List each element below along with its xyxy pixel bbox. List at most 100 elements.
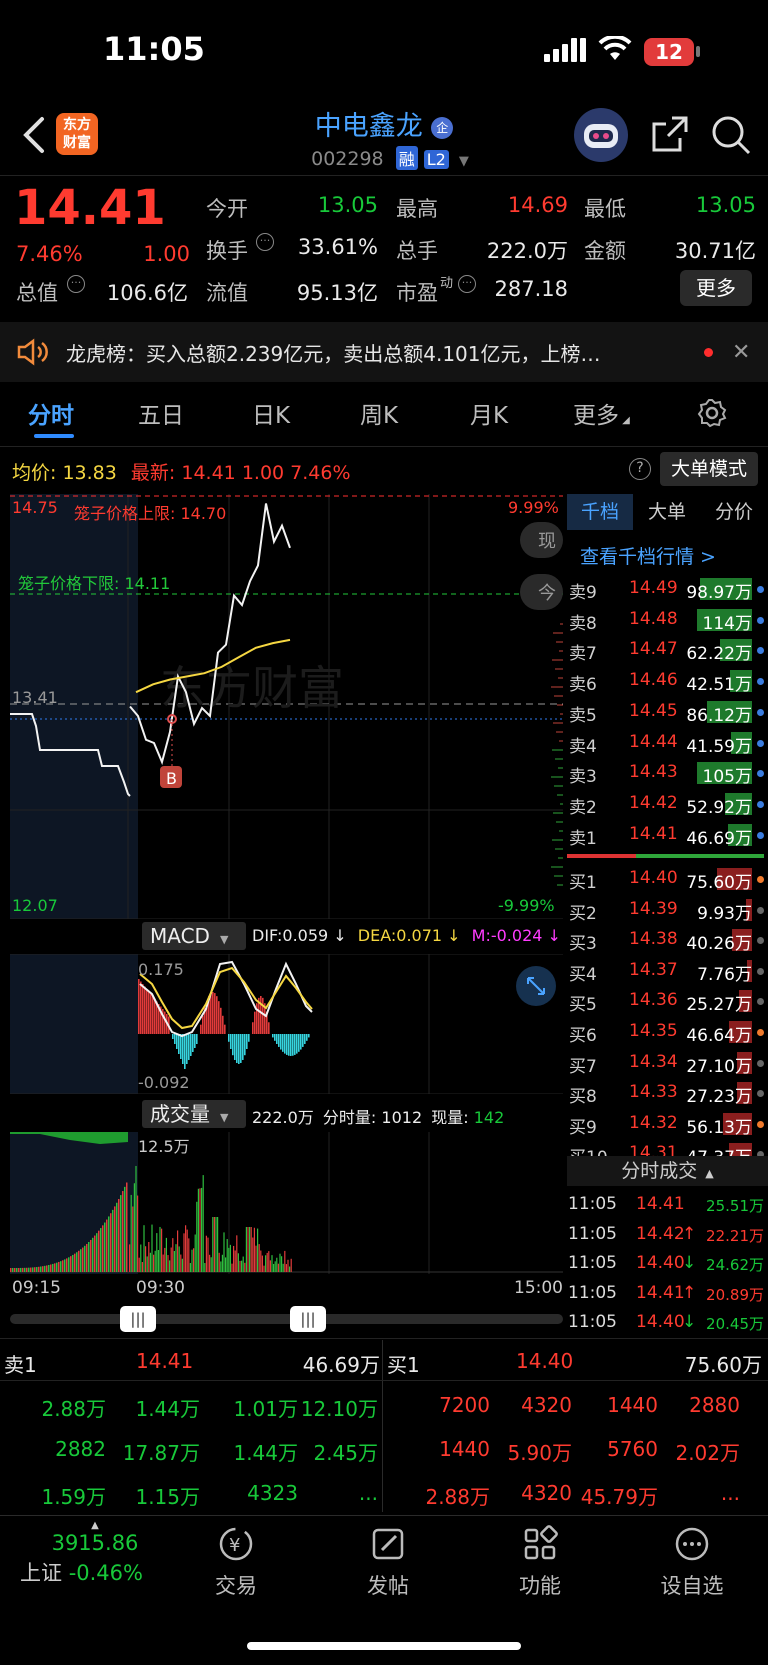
tab-intraday[interactable]: 分时 xyxy=(28,396,74,430)
tab-daily-k[interactable]: 日K xyxy=(252,396,290,430)
index-widget[interactable]: ▲ 3915.86 上证 -0.46% xyxy=(20,1520,170,1587)
macd-bar xyxy=(254,1011,256,1034)
notice-bar[interactable]: 龙虎榜：买入总额2.239亿元，卖出总额4.101亿元，上榜… ✕ xyxy=(0,322,768,382)
ask-row[interactable]: 卖5 14.45 86.12万 xyxy=(567,697,768,727)
volume-bar xyxy=(228,1247,230,1272)
bid-row[interactable]: 买5 14.36 25.27万 xyxy=(567,986,768,1016)
ask-label: 卖6 xyxy=(569,675,597,696)
volume-bar xyxy=(124,1186,126,1272)
tab-big-order[interactable]: 大单 xyxy=(634,494,700,530)
nav-post[interactable]: 发帖 xyxy=(318,1520,458,1600)
range-slider-right-handle[interactable]: ||| xyxy=(290,1306,326,1332)
volume-bar xyxy=(173,1251,175,1272)
nav-add-watchlist-label: 设自选 xyxy=(660,1574,724,1598)
trade-price: 14.41 xyxy=(636,1282,685,1303)
bid-row[interactable]: 买3 14.38 40.26万 xyxy=(567,925,768,955)
float-value: 95.13亿 xyxy=(296,281,378,305)
side-tag-now-label: 现 xyxy=(538,531,556,552)
volume-bar xyxy=(148,1241,150,1272)
tab-weekly-k[interactable]: 周K xyxy=(360,396,398,430)
tab-monthly-k[interactable]: 月K xyxy=(470,396,508,430)
macd-selector[interactable]: MACD ▼ xyxy=(142,922,246,950)
macd-bar xyxy=(184,1034,186,1069)
ask-label: 卖4 xyxy=(569,736,597,757)
volume-selector[interactable]: 成交量 ▼ xyxy=(142,1100,246,1128)
bid-row[interactable]: 买7 14.34 27.10万 xyxy=(567,1048,768,1078)
tab-five-day[interactable]: 五日 xyxy=(138,396,184,430)
macd-values: DIF:0.059 ↓ DEA:0.071 ↓ M:-0.024 ↓ xyxy=(252,926,561,945)
dropdown-icon[interactable]: ▼ xyxy=(459,154,469,169)
tab-more[interactable]: 更多 ◢ xyxy=(573,396,630,430)
volume-bar xyxy=(64,1259,66,1272)
volume-bar xyxy=(32,1267,34,1272)
nav-function[interactable]: 功能 xyxy=(470,1520,610,1600)
high-label: 最高 xyxy=(396,197,438,221)
queue-ask-order: 2882 xyxy=(55,1437,106,1461)
ask-label: 卖8 xyxy=(569,613,597,634)
macd-chart[interactable]: 0.175 -0.092 xyxy=(10,954,563,1094)
volume-bar xyxy=(96,1233,98,1272)
range-slider-left-handle[interactable]: ||| xyxy=(120,1306,156,1332)
intraday-chart[interactable]: 东方财富 B 14.75 13.41 12.07 9.99% -9.99% 笼子… xyxy=(10,494,563,919)
tab-thousand-level[interactable]: 千档 xyxy=(567,494,633,530)
volume-label: 总手 xyxy=(396,239,438,263)
ask-dot xyxy=(757,647,764,655)
info-icon[interactable]: ··· xyxy=(67,275,85,293)
macd-bar xyxy=(178,1034,180,1054)
bid-row[interactable]: 买6 14.35 46.64万 xyxy=(567,1017,768,1047)
ask-row[interactable]: 卖2 14.42 52.92万 xyxy=(567,789,768,819)
bid-dot xyxy=(757,937,764,945)
volume-bar xyxy=(54,1263,56,1272)
volume-bar xyxy=(82,1247,84,1272)
more-button[interactable]: 更多 xyxy=(680,270,752,306)
trades-header[interactable]: 分时成交 ▲ xyxy=(567,1156,768,1186)
bid-row[interactable]: 买8 14.33 27.23万 xyxy=(567,1078,768,1108)
view-thousand-level-link[interactable]: 查看千档行情 > xyxy=(580,542,716,569)
macd-bar xyxy=(308,1034,310,1038)
bid-dot xyxy=(757,967,764,975)
bid-row[interactable]: 买4 14.37 7.76万 xyxy=(567,956,768,986)
macd-bar xyxy=(218,1001,220,1034)
robot-avatar-icon[interactable] xyxy=(574,108,628,162)
ask-row[interactable]: 卖8 14.48 114万 xyxy=(567,605,768,635)
help-icon[interactable]: ? xyxy=(629,458,651,480)
ask-row[interactable]: 卖4 14.44 41.59万 xyxy=(567,728,768,758)
bid-row[interactable]: 买10 14.31 47.37万 xyxy=(567,1139,768,1158)
ask-row[interactable]: 卖9 14.49 98.97万 xyxy=(567,574,768,604)
ask-row[interactable]: 卖6 14.46 42.51万 xyxy=(567,666,768,696)
volume-bar xyxy=(274,1261,276,1272)
volume-bar xyxy=(290,1258,292,1272)
tab-price-distribution[interactable]: 分价 xyxy=(701,494,767,530)
macd-bar xyxy=(302,1034,304,1047)
bid-dot xyxy=(757,1090,764,1098)
ask-row[interactable]: 卖3 14.43 105万 xyxy=(567,758,768,788)
volume-bar xyxy=(242,1256,244,1272)
volume-scale-label: 12.5万 xyxy=(138,1137,190,1156)
bid-row[interactable]: 买2 14.39 9.93万 xyxy=(567,895,768,925)
queue-divider-mid xyxy=(0,1380,768,1381)
range-slider-track[interactable] xyxy=(10,1314,563,1324)
queue-bid-order: ... xyxy=(720,1481,740,1505)
bid-volume: 25.27万 xyxy=(686,995,752,1016)
ask-volume: 46.69万 xyxy=(686,828,752,849)
nav-trade[interactable]: ¥ 交易 xyxy=(166,1520,306,1600)
share-icon[interactable] xyxy=(650,114,690,158)
trade-volume: 20.89万 xyxy=(706,1285,764,1304)
volume-bar xyxy=(100,1228,102,1272)
price-line xyxy=(129,503,291,766)
trade-volume: 20.45万 xyxy=(706,1315,764,1333)
close-icon[interactable]: ✕ xyxy=(732,340,750,365)
ask-row[interactable]: 卖1 14.41 46.69万 xyxy=(567,820,768,850)
bid-row[interactable]: 买1 14.40 75.60万 xyxy=(567,864,768,894)
volume-bar xyxy=(56,1262,58,1272)
volume-chart[interactable]: 12.5万 xyxy=(10,1132,563,1274)
volume-bar xyxy=(258,1244,260,1272)
volume-bar xyxy=(226,1239,228,1272)
big-order-mode-button[interactable]: 大单模式 xyxy=(660,452,758,486)
nav-add-watchlist[interactable]: 设自选 xyxy=(622,1520,762,1600)
ask-row[interactable]: 卖7 14.47 62.22万 xyxy=(567,635,768,665)
queue-ask-order: 1.44万 xyxy=(135,1397,200,1421)
settings-icon[interactable] xyxy=(697,398,727,432)
bid-row[interactable]: 买9 14.32 56.13万 xyxy=(567,1109,768,1139)
search-icon[interactable] xyxy=(710,114,752,160)
